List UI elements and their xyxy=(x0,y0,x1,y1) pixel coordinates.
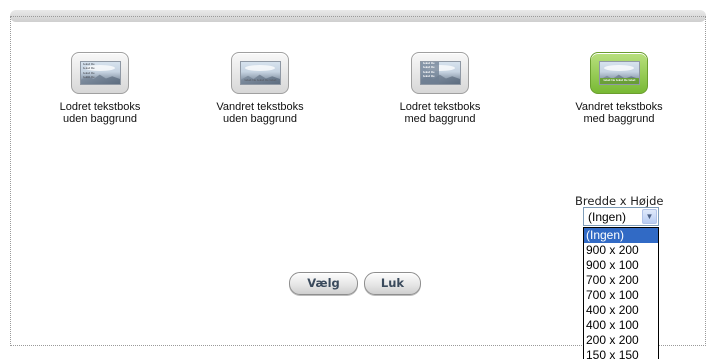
option-vertical-with-background[interactable]: tekst tle tekst tle tekst tle tekst tle … xyxy=(370,52,510,125)
thumbnail-frame[interactable]: tekst tle tekst tle tekst tle tekst tle xyxy=(411,52,469,94)
size-option-400x200[interactable]: 400 x 200 xyxy=(584,303,658,318)
thumbnail-image: tekst tle tekst tle tekst tle tekst tle xyxy=(420,61,461,85)
size-option-200x200[interactable]: 200 x 200 xyxy=(584,333,658,348)
thumbnail-frame[interactable]: tekst tle tekst tle tekst xyxy=(231,52,289,94)
size-dropdown-list[interactable]: (Ingen) 900 x 200 900 x 100 700 x 200 70… xyxy=(583,227,659,359)
option-label-line1: Lodret tekstboks xyxy=(399,101,481,113)
option-label-line1: Vandret tekstboks xyxy=(575,101,663,113)
thumbnail-text-column: tekst tle tekst tle tekst tle tekst tle xyxy=(421,62,439,84)
option-label: Vandret tekstboks med baggrund xyxy=(549,101,689,125)
size-option-700x200[interactable]: 700 x 200 xyxy=(584,273,658,288)
thumbnail-text-row: tekst tle tekst tle tekst xyxy=(600,78,639,84)
size-option-700x100[interactable]: 700 x 100 xyxy=(584,288,658,303)
size-label: Bredde x Højde xyxy=(575,194,664,208)
dialog-canvas: tekst tle tekst tle tekst tle tekst tle … xyxy=(0,0,716,359)
size-option-150x150[interactable]: 150 x 150 xyxy=(584,348,658,359)
option-horizontal-no-background[interactable]: tekst tle tekst tle tekst Vandret tekstb… xyxy=(190,52,330,125)
option-label: Vandret tekstboks uden baggrund xyxy=(190,101,330,125)
thumbnail-text-column: tekst tle tekst tle tekst tle tekst tle xyxy=(83,63,95,79)
size-option-900x200[interactable]: 900 x 200 xyxy=(584,243,658,258)
select-button[interactable]: Vælg xyxy=(289,272,358,295)
size-select[interactable]: (Ingen) ▼ xyxy=(583,207,659,226)
option-vertical-no-background[interactable]: tekst tle tekst tle tekst tle tekst tle … xyxy=(30,52,170,125)
chevron-down-icon[interactable]: ▼ xyxy=(642,209,657,224)
thumbnail-frame[interactable]: tekst tle tekst tle tekst tle tekst tle xyxy=(71,52,129,94)
size-option-900x100[interactable]: 900 x 100 xyxy=(584,258,658,273)
option-label-line2: uden baggrund xyxy=(62,113,137,125)
option-label: Lodret tekstboks med baggrund xyxy=(370,101,510,125)
thumbnail-image: tekst tle tekst tle tekst xyxy=(240,61,281,85)
thumbnail-image: tekst tle tekst tle tekst xyxy=(599,61,640,85)
option-label: Lodret tekstboks uden baggrund xyxy=(30,101,170,125)
option-label-line1: Vandret tekstboks xyxy=(216,101,304,113)
option-label-line1: Lodret tekstboks xyxy=(59,101,141,113)
thumbnail-text-row: tekst tle tekst tle tekst xyxy=(244,79,277,82)
option-label-line2: uden baggrund xyxy=(222,113,297,125)
size-select-value: (Ingen) xyxy=(588,210,627,224)
size-option-400x100[interactable]: 400 x 100 xyxy=(584,318,658,333)
option-label-line2: med baggrund xyxy=(583,113,655,125)
option-label-line2: med baggrund xyxy=(404,113,476,125)
close-button[interactable]: Luk xyxy=(364,272,421,295)
thumbnail-frame-selected[interactable]: tekst tle tekst tle tekst xyxy=(590,52,648,94)
thumbnail-image: tekst tle tekst tle tekst tle tekst tle xyxy=(80,61,121,85)
size-option-none[interactable]: (Ingen) xyxy=(584,228,658,243)
option-horizontal-with-background[interactable]: tekst tle tekst tle tekst Vandret tekstb… xyxy=(549,52,689,125)
